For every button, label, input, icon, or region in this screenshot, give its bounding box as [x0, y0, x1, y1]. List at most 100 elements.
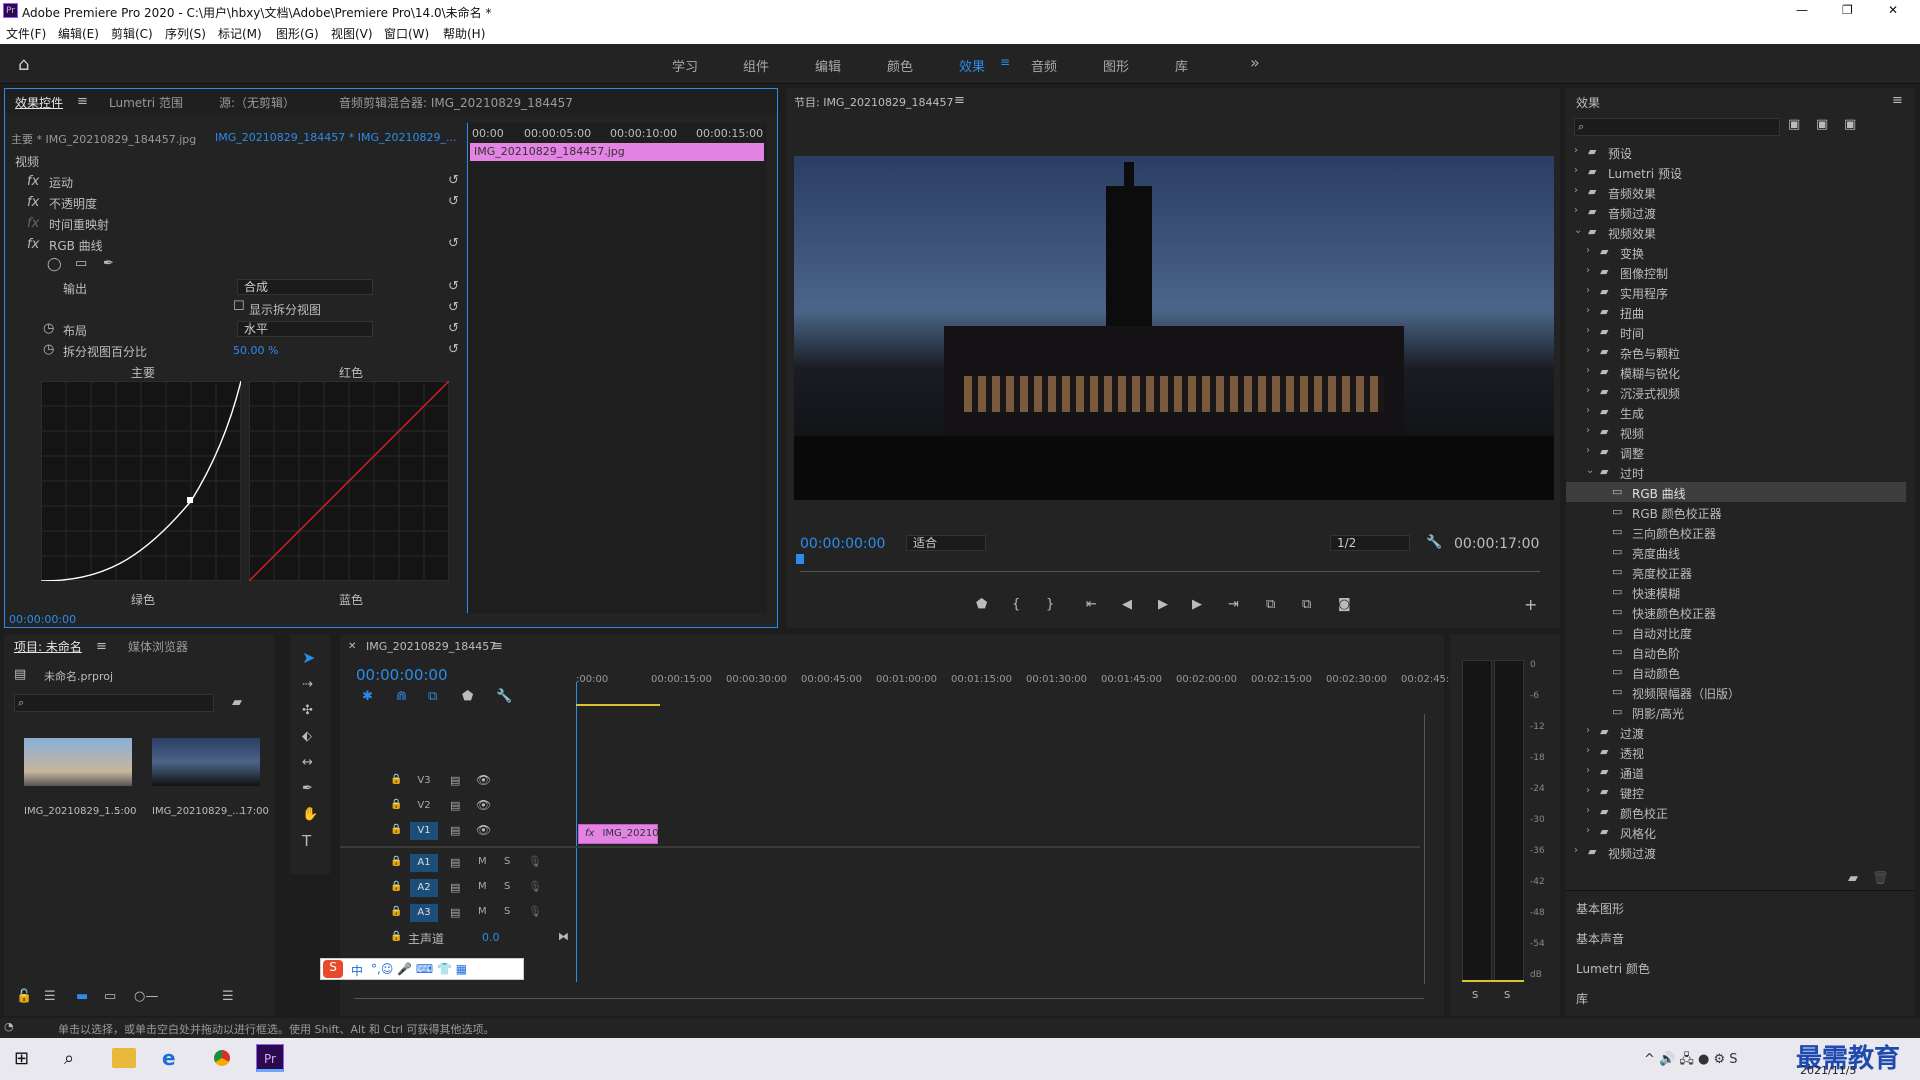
lock-icon[interactable]: 🔒	[390, 931, 402, 942]
master-curve-graph[interactable]	[41, 381, 241, 581]
layout-dropdown[interactable]: 水平	[237, 321, 373, 337]
project-search-input[interactable]: ⌕	[14, 694, 214, 712]
play-icon[interactable]: ▶	[1158, 598, 1168, 611]
effect-folder[interactable]: › ▰ 视频	[1566, 422, 1906, 442]
chevron-right-icon[interactable]: ›	[1586, 425, 1590, 436]
icon-view-icon[interactable]: ▬	[76, 990, 88, 1003]
sequence-clip-dropdown[interactable]: IMG_20210829_184457 * IMG_20210829_...	[215, 131, 456, 144]
mark-out-icon[interactable]: }	[1046, 598, 1054, 611]
track-select-icon[interactable]: ⇢	[302, 678, 313, 691]
panel-menu-icon[interactable]: ≡	[96, 640, 107, 653]
section-essential-sound[interactable]: 基本声音	[1576, 930, 1624, 947]
effect-folder[interactable]: › ▰ 键控	[1566, 782, 1906, 802]
microphone-icon[interactable]: 🎙	[528, 855, 542, 868]
chevron-right-icon[interactable]: ›	[1586, 805, 1590, 816]
edge-icon[interactable]: e	[162, 1046, 176, 1070]
panel-menu-icon[interactable]: ≡	[954, 94, 965, 107]
project-item-thumb[interactable]	[152, 738, 260, 786]
effect-opacity[interactable]: 不透明度	[49, 195, 97, 212]
program-playhead[interactable]	[796, 554, 804, 564]
video-track-header[interactable]: 🔒 V1 ▤ 👁	[340, 820, 576, 842]
video-track-header[interactable]: 🔒 V3 ▤ 👁	[340, 770, 576, 792]
close-sequence-icon[interactable]: ✕	[348, 642, 356, 652]
panel-menu-icon[interactable]: ≡	[492, 640, 503, 653]
effect-item[interactable]: ▭ RGB 曲线	[1566, 482, 1906, 502]
solo-button[interactable]: S	[504, 856, 510, 867]
ec-timecode[interactable]: 00:00:00:00	[9, 613, 76, 626]
workspace-graphics[interactable]: 图形	[1103, 56, 1129, 75]
menu-edit[interactable]: 编辑(E)	[58, 25, 99, 42]
toggle-sync-icon[interactable]: ▤	[450, 774, 460, 787]
chevron-right-icon[interactable]: ›	[1586, 365, 1590, 376]
effect-folder[interactable]: › ▰ 透视	[1566, 742, 1906, 762]
work-area-bar[interactable]	[576, 704, 660, 706]
toggle-sync-icon[interactable]: ▤	[450, 856, 460, 869]
chevron-right-icon[interactable]: ›	[1574, 165, 1578, 176]
chevron-right-icon[interactable]: ›	[1574, 145, 1578, 156]
track-label[interactable]: V2	[410, 797, 438, 815]
stopwatch-icon[interactable]: ◷	[43, 343, 54, 356]
settings-wrench-icon[interactable]: 🔧	[1426, 536, 1442, 549]
tab-source[interactable]: 源:（无剪辑）	[219, 94, 295, 111]
meter-solo-left[interactable]: S	[1472, 990, 1478, 1001]
effect-item[interactable]: ▭ 亮度校正器	[1566, 562, 1906, 582]
export-frame-icon[interactable]: ◙	[1338, 598, 1351, 611]
effect-item[interactable]: ▭ 阴影/高光	[1566, 702, 1906, 722]
effect-item[interactable]: ▭ 自动色阶	[1566, 642, 1906, 662]
effect-rgb-curves[interactable]: RGB 曲线	[49, 237, 103, 254]
effect-item[interactable]: ▭ 快速颜色校正器	[1566, 602, 1906, 622]
audio-track-header[interactable]: 🔒 A3 ▤ M S 🎙	[340, 902, 576, 924]
reset-icon[interactable]: ↺	[448, 343, 459, 356]
chevron-right-icon[interactable]: ›	[1586, 305, 1590, 316]
lock-icon[interactable]: 🔒	[390, 856, 402, 867]
program-timecode[interactable]: 00:00:00:00	[800, 536, 885, 552]
tab-media-browser[interactable]: 媒体浏览器	[128, 638, 188, 655]
ime-toolbar[interactable]: S 中 °,☺ 🎤 ⌨ 👕 ▦	[320, 958, 524, 980]
chevron-right-icon[interactable]: ›	[1586, 325, 1590, 336]
effect-folder[interactable]: › ▰ 变换	[1566, 242, 1906, 262]
eye-icon[interactable]: 👁	[476, 823, 491, 837]
horizontal-scrollbar[interactable]	[354, 998, 1424, 999]
rect-mask-icon[interactable]: ▭	[75, 257, 87, 270]
workspace-audio[interactable]: 音频	[1031, 56, 1057, 75]
tab-project[interactable]: 项目: 未命名	[14, 638, 82, 655]
chevron-right-icon[interactable]: ›	[1586, 745, 1590, 756]
effect-folder[interactable]: › ▰ 时间	[1566, 322, 1906, 342]
section-libraries[interactable]: 库	[1576, 990, 1588, 1007]
program-scrubber[interactable]	[800, 558, 1540, 572]
effect-folder[interactable]: ⌄ ▰ 过时	[1566, 462, 1906, 482]
workspace-effects[interactable]: 效果	[959, 56, 985, 75]
chevron-right-icon[interactable]: ›	[1586, 445, 1590, 456]
workspace-editing[interactable]: 编辑	[815, 56, 841, 75]
toggle-sync-icon[interactable]: ▤	[450, 799, 460, 812]
output-dropdown[interactable]: 合成	[237, 279, 373, 295]
panel-menu-icon[interactable]: ≡	[77, 95, 88, 108]
effect-folder[interactable]: › ▰ 杂色与颗粒	[1566, 342, 1906, 362]
resolution-dropdown[interactable]: 1/2	[1330, 535, 1410, 551]
mute-button[interactable]: M	[478, 881, 487, 892]
chevron-right-icon[interactable]: ›	[1574, 845, 1578, 856]
solo-button[interactable]: S	[504, 881, 510, 892]
toggle-sync-icon[interactable]: ▤	[450, 824, 460, 837]
track-label[interactable]: A2	[410, 879, 438, 897]
effect-item[interactable]: ▭ 自动对比度	[1566, 622, 1906, 642]
chevron-right-icon[interactable]: ›	[1586, 385, 1590, 396]
extract-icon[interactable]: ⧉	[1302, 598, 1311, 611]
track-label[interactable]: V3	[410, 772, 438, 790]
effect-folder[interactable]: › ▰ 预设	[1566, 142, 1906, 162]
menu-help[interactable]: 帮助(H)	[443, 25, 485, 42]
effect-folder[interactable]: › ▰ 过渡	[1566, 722, 1906, 742]
workspace-assembly[interactable]: 组件	[743, 56, 769, 75]
tab-audio-clip-mixer[interactable]: 音频剪辑混合器: IMG_20210829_184457	[339, 94, 573, 111]
reset-icon[interactable]: ↺	[448, 322, 459, 335]
tray-icons[interactable]: ^ 🔊 🖧 ● ⚙ S	[1644, 1050, 1738, 1072]
panel-menu-icon[interactable]: ≡	[1892, 94, 1903, 107]
chevron-right-icon[interactable]: ›	[1574, 185, 1578, 196]
lock-icon[interactable]: 🔒	[390, 824, 402, 835]
track-label[interactable]: A3	[410, 904, 438, 922]
lock-icon[interactable]: 🔒	[390, 774, 402, 785]
effect-folder[interactable]: › ▰ 扭曲	[1566, 302, 1906, 322]
tab-lumetri-scopes[interactable]: Lumetri 范围	[109, 94, 183, 111]
timeline-settings-icon[interactable]: 🔧	[496, 690, 512, 703]
effect-item[interactable]: ▭ 自动颜色	[1566, 662, 1906, 682]
